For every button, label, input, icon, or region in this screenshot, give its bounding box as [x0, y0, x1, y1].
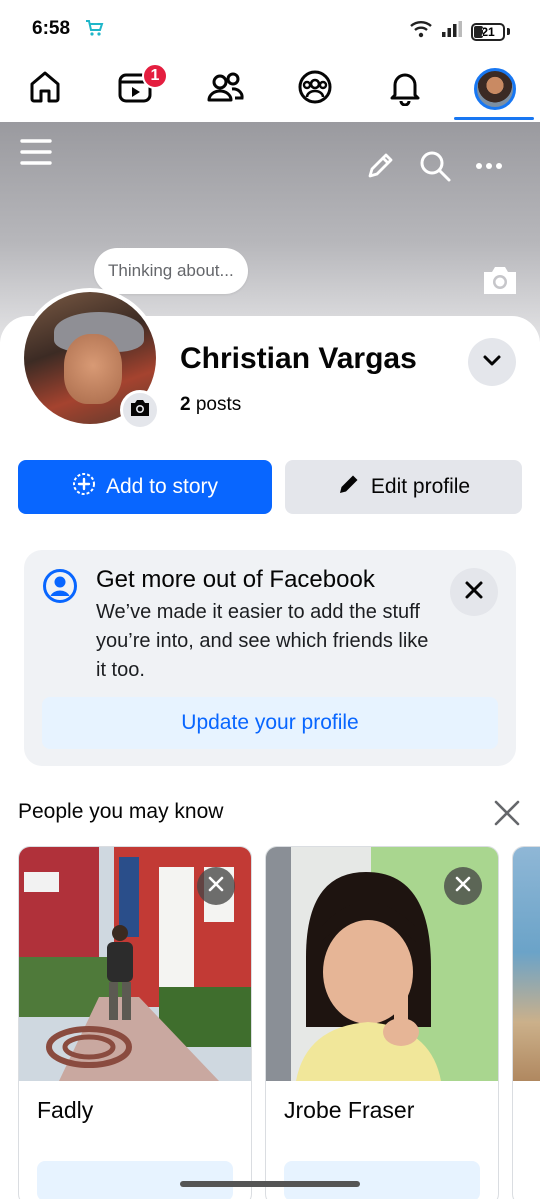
pymk-close-button[interactable]: [492, 798, 522, 828]
user-circle-icon: [42, 568, 78, 604]
posts-count: 2: [180, 394, 191, 415]
profile-name: Christian Vargas: [180, 342, 417, 375]
status-indicators: 21: [409, 20, 510, 43]
add-friend-button[interactable]: [284, 1161, 480, 1199]
signal-icon: [441, 20, 463, 43]
more-options-icon[interactable]: [472, 152, 506, 180]
close-icon: [455, 876, 471, 897]
tab-video[interactable]: 1: [90, 56, 180, 122]
video-badge: 1: [142, 63, 168, 89]
wifi-icon: [409, 20, 433, 43]
menu-icon[interactable]: [20, 136, 52, 168]
info-card-title: Get more out of Facebook: [96, 566, 375, 593]
close-icon: [208, 876, 224, 897]
close-icon: [492, 800, 522, 832]
camera-icon: [129, 397, 151, 424]
pymk-dismiss-button[interactable]: [197, 867, 235, 905]
home-icon: [26, 68, 64, 111]
active-tab-indicator: [454, 117, 534, 120]
add-to-story-label: Add to story: [105, 475, 219, 498]
pymk-dismiss-button[interactable]: [444, 867, 482, 905]
battery-level: 21: [481, 24, 495, 39]
add-friend-button[interactable]: [37, 1161, 233, 1199]
get-more-card: Get more out of Facebook We’ve made it e…: [24, 550, 516, 766]
bell-icon: [386, 68, 424, 111]
pymk-title: People you may know: [18, 800, 224, 823]
close-icon: [464, 580, 484, 605]
thought-bubble[interactable]: Thinking about...: [94, 248, 248, 294]
info-card-body: We’ve made it easier to add the stuff yo…: [96, 601, 429, 681]
friends-icon: [206, 68, 244, 111]
pymk-card[interactable]: Jrobe Fraser: [265, 846, 499, 1199]
pymk-card-partial[interactable]: [512, 846, 540, 1199]
battery-icon: 21: [471, 22, 505, 41]
shopping-cart-icon: [84, 18, 104, 38]
posts-label: posts: [195, 394, 242, 415]
search-icon[interactable]: [418, 149, 452, 183]
avatar-camera-button[interactable]: [120, 390, 160, 430]
profile-avatar-icon: [474, 68, 516, 110]
tab-profile[interactable]: [450, 56, 540, 122]
pencil-icon[interactable]: [364, 150, 396, 182]
profile-posts-count[interactable]: 2 posts: [180, 394, 241, 416]
status-time: 6:58: [32, 18, 71, 39]
pymk-name[interactable]: Fadly: [37, 1097, 93, 1124]
info-card-close-button[interactable]: [450, 568, 498, 616]
chevron-down-icon: [481, 349, 503, 376]
groups-icon: [296, 68, 334, 111]
pymk-photo: [513, 847, 540, 1081]
add-to-story-button[interactable]: Add to story: [18, 460, 272, 514]
tab-notifications[interactable]: [360, 56, 450, 122]
pencil-icon: [337, 472, 361, 502]
home-indicator: [180, 1181, 360, 1187]
pymk-card[interactable]: Fadly: [18, 846, 252, 1199]
update-profile-button[interactable]: Update your profile: [42, 697, 498, 749]
edit-profile-label: Edit profile: [370, 475, 471, 498]
tab-groups[interactable]: [270, 56, 360, 122]
tab-friends[interactable]: [180, 56, 270, 122]
profile-dropdown-button[interactable]: [468, 338, 516, 386]
pymk-name[interactable]: Jrobe Fraser: [284, 1097, 414, 1124]
cover-camera-icon[interactable]: [480, 262, 520, 298]
add-story-icon: [72, 472, 96, 502]
top-navigation: 1: [0, 56, 540, 122]
thought-bubble-text: Thinking about...: [108, 261, 234, 280]
tab-home[interactable]: [0, 56, 90, 122]
edit-profile-button[interactable]: Edit profile: [285, 460, 522, 514]
status-bar: 6:58 21: [0, 0, 540, 56]
